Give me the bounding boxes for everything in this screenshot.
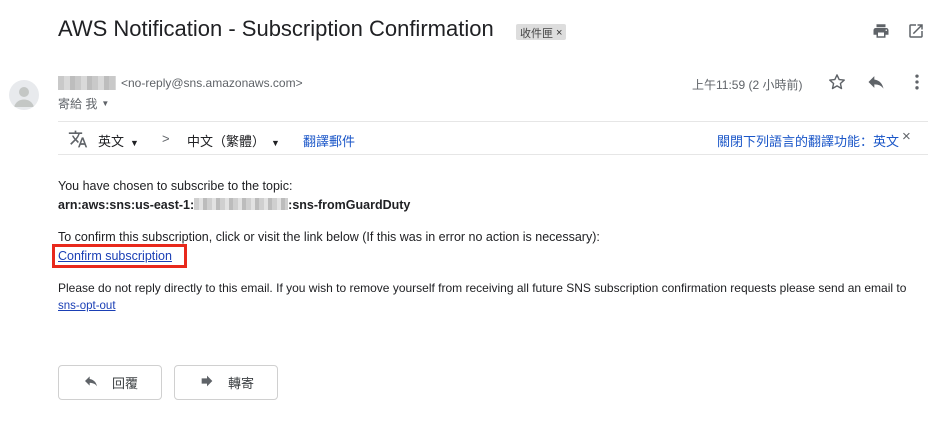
account-id-redacted — [194, 198, 289, 210]
forward-button-label: 轉寄 — [227, 376, 254, 391]
print-icon[interactable] — [871, 21, 891, 41]
turn-off-translation-link[interactable]: 關閉下列語言的翻譯功能：英文 — [717, 131, 899, 150]
translate-bar: 英文 ▼ > 中文（繁體） ▼ 翻譯郵件 關閉下列語言的翻譯功能：英文 × — [58, 121, 928, 155]
chevron-down-icon: ▼ — [101, 99, 110, 108]
received-time: 上午11:59 (2 小時前) — [692, 78, 803, 92]
reply-icon — [82, 373, 100, 392]
chevron-down-icon: ▼ — [271, 138, 280, 148]
recipient-details-toggle[interactable]: 寄給 我 ▼ — [58, 95, 109, 112]
source-language-label: 英文 — [98, 134, 125, 149]
translate-message-link[interactable]: 翻譯郵件 — [303, 131, 355, 150]
remove-label-icon[interactable]: × — [556, 27, 562, 39]
topic-arn-suffix: :sns-fromGuardDuty — [288, 198, 411, 212]
recipient-label: 寄給 我 — [58, 97, 98, 111]
reply-button[interactable]: 回覆 — [58, 365, 162, 400]
translate-arrow-icon: > — [162, 131, 170, 146]
target-language-label: 中文（繁體） — [187, 134, 266, 149]
inbox-label-text: 收件匣 — [520, 27, 553, 40]
email-subject: AWS Notification - Subscription Confirma… — [58, 16, 494, 41]
open-in-new-window-icon[interactable] — [906, 21, 926, 41]
topic-arn-prefix: arn:aws:sns:us-east-1: — [58, 198, 195, 212]
avatar[interactable] — [9, 80, 39, 110]
chevron-down-icon: ▼ — [130, 138, 139, 148]
message-line-confirm: To confirm this subscription, click or v… — [58, 230, 600, 244]
message-line-subscribe: You have chosen to subscribe to the topi… — [58, 179, 293, 193]
more-options-icon[interactable] — [907, 72, 927, 92]
sender-name-redacted — [58, 76, 116, 90]
inbox-label-chip[interactable]: 收件匣 × — [516, 24, 567, 40]
confirm-subscription-link[interactable]: Confirm subscription — [58, 249, 172, 263]
forward-icon — [198, 373, 216, 392]
topic-arn: arn:aws:sns:us-east-1: :sns-fromGuardDuty — [58, 198, 410, 212]
star-icon[interactable] — [827, 72, 847, 92]
reply-icon[interactable] — [866, 72, 886, 92]
translate-icon — [67, 129, 89, 152]
source-language-select[interactable]: 英文 ▼ — [98, 131, 139, 150]
forward-button[interactable]: 轉寄 — [174, 365, 278, 400]
message-line-unsubscribe: Please do not reply directly to this ema… — [58, 281, 907, 295]
reply-button-label: 回覆 — [111, 376, 138, 391]
sender-email: <no-reply@sns.amazonaws.com> — [121, 76, 303, 90]
close-translate-bar-icon[interactable]: × — [902, 128, 911, 145]
sns-opt-out-link[interactable]: sns-opt-out — [58, 300, 116, 312]
target-language-select[interactable]: 中文（繁體） ▼ — [187, 131, 280, 150]
